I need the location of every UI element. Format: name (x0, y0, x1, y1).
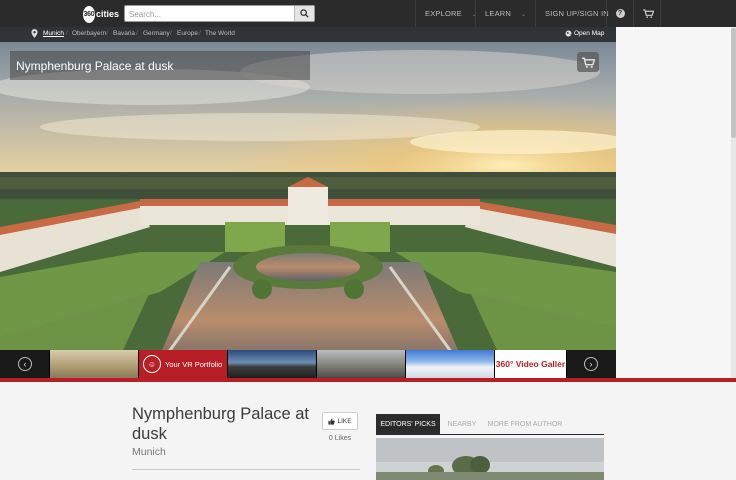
thumbnail-panorama[interactable] (228, 350, 317, 378)
thumbnail-panorama[interactable] (317, 350, 406, 378)
thumbnail-vr-portfolio[interactable]: ☺ Your VR Portfolio (139, 350, 228, 378)
help-icon: ? (615, 9, 625, 18)
open-map-label: Open Map (574, 30, 605, 37)
tab-more-from-author[interactable]: MORE FROM AUTHOR (486, 414, 564, 435)
logo-mark: 360 (83, 5, 95, 23)
search-box (124, 5, 315, 22)
like-label: LIKE (337, 417, 352, 425)
chevron-left-icon[interactable]: ‹ (18, 357, 32, 371)
vr-portfolio-label: Your VR Portfolio (165, 359, 223, 369)
breadcrumb-item-europe[interactable]: Europe (177, 30, 198, 37)
cart-button[interactable] (640, 0, 656, 27)
thumbnail-prev-area: ‹ (0, 350, 50, 378)
panorama-viewer[interactable]: Munich / Oberbayern / Bavaria / Germany … (0, 27, 616, 378)
chevron-down-icon: ⌄ (521, 12, 527, 18)
breadcrumb-separator: / (106, 30, 108, 37)
breadcrumb-item-germany[interactable]: Germany (143, 30, 170, 37)
nav-divider (475, 0, 476, 27)
nav-explore[interactable]: EXPLORE⌄ (425, 0, 477, 27)
nav-signup-signin[interactable]: SIGN UP/SIGN IN (545, 0, 609, 27)
editors-pick-thumbnail[interactable] (376, 438, 604, 480)
vr-headset-icon: ☺ (143, 355, 161, 373)
nav-learn[interactable]: LEARN ⌄ (485, 0, 526, 27)
right-background (616, 27, 736, 378)
search-icon (300, 9, 309, 18)
breadcrumb-item-oberbayern[interactable]: Oberbayern (72, 30, 106, 37)
nav-divider (535, 0, 536, 27)
thumbnail-strip: ‹ ☺ Your VR Portfolio 360° Video Galler … (0, 350, 616, 378)
content-area (0, 382, 736, 480)
nav-divider (606, 0, 607, 27)
location-link[interactable]: Munich (132, 446, 166, 458)
top-navigation-bar: 360 cities EXPLORE⌄ LEARN ⌄ SIGN UP/SIGN … (0, 0, 736, 27)
editors-pick-image (376, 438, 604, 480)
breadcrumb-separator: / (136, 30, 138, 37)
tab-underline (376, 434, 604, 435)
thumbnail-video-gallery[interactable]: 360° Video Galler (495, 350, 567, 378)
cart-icon (642, 9, 654, 18)
cart-icon (581, 56, 595, 68)
like-button[interactable]: LIKE (322, 412, 358, 430)
nav-explore-label: EXPLORE (425, 9, 462, 18)
site-logo[interactable]: 360 cities (83, 5, 119, 23)
logo-wordmark: cities (95, 9, 119, 19)
breadcrumb: Munich / Oberbayern / Bavaria / Germany … (0, 27, 616, 42)
tab-nearby[interactable]: NEARBY (444, 414, 480, 435)
search-input[interactable] (129, 8, 293, 20)
video-gallery-label: 360° Video Galler (495, 359, 566, 369)
help-button[interactable]: ? (612, 0, 628, 27)
page-title: Nymphenburg Palace at dusk (132, 405, 310, 443)
map-pin-icon (31, 29, 38, 38)
buy-panorama-button[interactable] (577, 52, 599, 72)
thumbs-up-icon (328, 418, 336, 425)
scrollbar-thumb[interactable] (731, 28, 736, 138)
breadcrumb-separator: / (199, 30, 201, 37)
open-map-link[interactable]: Open Map (565, 30, 604, 37)
tab-editors-picks[interactable]: EDITORS' PICKS (376, 414, 440, 435)
likes-count: 0 Likes (328, 435, 352, 442)
nav-divider (415, 0, 416, 27)
nav-divider (660, 0, 661, 27)
breadcrumb-item-the-world[interactable]: The World (205, 30, 235, 37)
nav-learn-label: LEARN (485, 9, 512, 18)
breadcrumb-item-bavaria[interactable]: Bavaria (113, 30, 135, 37)
thumbnail-next-area: › (567, 350, 616, 378)
breadcrumb-separator: / (170, 30, 172, 37)
thumbnail-panorama[interactable] (50, 350, 139, 378)
globe-icon (565, 30, 572, 37)
chevron-right-icon[interactable]: › (584, 357, 598, 371)
nav-divider (633, 0, 634, 27)
breadcrumb-separator: / (66, 30, 68, 37)
thumbnail-panorama[interactable] (406, 350, 495, 378)
search-button[interactable] (294, 6, 314, 21)
breadcrumb-item-munich[interactable]: Munich (43, 30, 64, 37)
panorama-title: Nymphenburg Palace at dusk (10, 51, 310, 80)
title-divider (132, 469, 360, 470)
